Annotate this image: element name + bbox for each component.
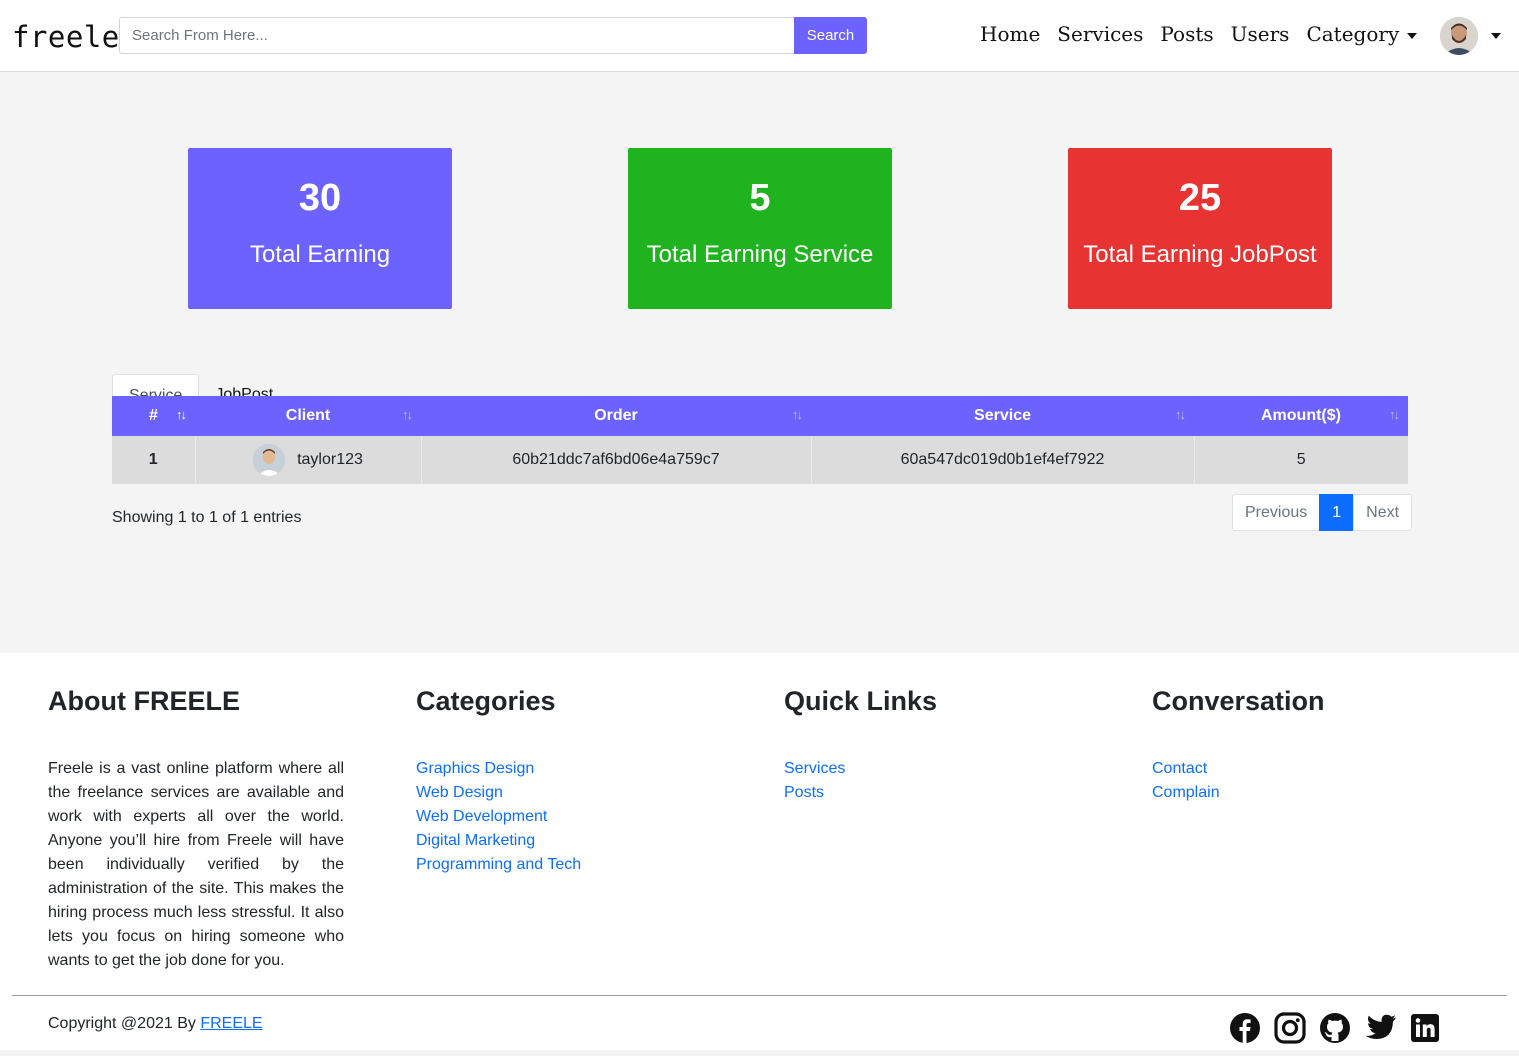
facebook-icon[interactable] <box>1228 1011 1262 1045</box>
sort-icon: ↑↓ <box>1389 407 1400 422</box>
navbar: freele Search Home Services Posts Users … <box>0 0 1519 72</box>
copyright-link[interactable]: FREELE <box>200 1015 262 1032</box>
stat-value: 25 <box>1178 177 1222 219</box>
footer-quick-links: Quick Links Services Posts <box>784 685 937 805</box>
footer-link-web-design[interactable]: Web Design <box>416 781 581 805</box>
footer-quick-title: Quick Links <box>784 686 938 716</box>
table-row: 1 taylor123 60b21ddc7af6bd06e4a759c7 60a… <box>112 436 1408 484</box>
footer-conv-title: Conversation <box>1152 686 1325 716</box>
copyright-text: Copyright @2021 By <box>48 1015 196 1032</box>
search-form: Search <box>119 17 867 54</box>
nav-services[interactable]: Services <box>1057 20 1143 48</box>
search-input[interactable] <box>119 17 794 54</box>
col-header-label: Service <box>974 407 1031 424</box>
col-header-label: # <box>149 407 158 424</box>
sort-icon: ↑↓ <box>792 407 803 422</box>
nav-links: Home Services Posts Users Category <box>980 20 1434 48</box>
pagination-next[interactable]: Next <box>1353 494 1413 531</box>
footer-conversation: Conversation Contact Complain <box>1152 685 1325 805</box>
sort-icon: ↑↓ <box>1175 407 1186 422</box>
col-header-order[interactable]: Order ↑↓ <box>421 396 811 436</box>
bottom-strip <box>0 1050 1519 1056</box>
nav-posts[interactable]: Posts <box>1160 20 1213 48</box>
stat-label: Total Earning JobPost <box>1083 241 1317 268</box>
github-icon[interactable] <box>1318 1011 1352 1045</box>
col-header-service[interactable]: Service ↑↓ <box>811 396 1194 436</box>
col-header-label: Client <box>285 407 331 424</box>
sort-icon: ↑↓ <box>402 407 413 422</box>
footer: About FREELE Freele is a vast online pla… <box>0 653 1519 1056</box>
table-header-row: # ↑↓ Client ↑↓ Order ↑↓ Service ↑↓ Amount($)… <box>112 396 1408 436</box>
stat-card-jobpost-earning: 25 Total Earning JobPost <box>1068 148 1332 309</box>
chevron-down-icon <box>1491 33 1501 39</box>
pagination-page-1[interactable]: 1 <box>1319 494 1355 531</box>
avatar <box>1440 17 1478 55</box>
col-header-amount[interactable]: Amount($) ↑↓ <box>1194 396 1408 436</box>
nav-users[interactable]: Users <box>1231 20 1290 48</box>
client-avatar <box>253 444 286 476</box>
instagram-icon[interactable] <box>1273 1011 1307 1045</box>
sort-asc-icon: ↑↓ <box>176 407 187 422</box>
cell-service: 60a547dc019d0b1ef4ef7922 <box>810 436 1194 484</box>
footer-link-programming-tech[interactable]: Programming and Tech <box>416 853 581 877</box>
cell-num: 1 <box>148 451 158 468</box>
footer-link-contact[interactable]: Contact <box>1152 757 1325 781</box>
footer-categories: Categories Graphics Design Web Design We… <box>416 685 581 877</box>
footer-about-title: About FREELE <box>48 686 240 716</box>
footer-link-posts[interactable]: Posts <box>784 781 937 805</box>
brand-logo[interactable]: freele <box>12 20 120 54</box>
stat-card-service-earning: 5 Total Earning Service <box>628 148 892 309</box>
linkedin-icon[interactable] <box>1408 1011 1442 1045</box>
cell-client: taylor123 <box>194 436 421 484</box>
footer-link-complain[interactable]: Complain <box>1152 781 1325 805</box>
stat-label: Total Earning <box>249 241 391 268</box>
chevron-down-icon <box>1407 32 1418 39</box>
user-menu[interactable] <box>1440 17 1501 55</box>
footer-link-services[interactable]: Services <box>784 757 937 781</box>
col-header-label: Amount($) <box>1261 407 1341 424</box>
footer-about: About FREELE Freele is a vast online pla… <box>48 685 344 973</box>
client-name: taylor123 <box>297 451 363 468</box>
stat-value: 30 <box>298 177 342 219</box>
footer-link-graphics-design[interactable]: Graphics Design <box>416 757 581 781</box>
search-button[interactable]: Search <box>794 17 867 54</box>
earnings-table: # ↑↓ Client ↑↓ Order ↑↓ Service ↑↓ Amount($)… <box>112 396 1408 484</box>
twitter-icon[interactable] <box>1363 1011 1397 1045</box>
nav-category-label: Category <box>1306 22 1400 46</box>
footer-about-text: Freele is a vast online platform where a… <box>48 760 344 969</box>
copyright: Copyright @2021 By FREELE <box>48 1015 263 1033</box>
stat-label: Total Earning Service <box>646 241 874 268</box>
cell-amount: 5 <box>1193 436 1408 484</box>
col-header-num[interactable]: # ↑↓ <box>112 396 195 436</box>
dashboard-main: 30 Total Earning 5 Total Earning Service… <box>0 72 1519 653</box>
stat-value: 5 <box>749 177 771 219</box>
col-header-client[interactable]: Client ↑↓ <box>195 396 421 436</box>
footer-link-web-development[interactable]: Web Development <box>416 805 581 829</box>
footer-categories-title: Categories <box>416 686 556 716</box>
social-links <box>1228 1011 1453 1045</box>
footer-link-digital-marketing[interactable]: Digital Marketing <box>416 829 581 853</box>
table-info: Showing 1 to 1 of 1 entries <box>112 509 302 526</box>
stat-card-total-earning: 30 Total Earning <box>188 148 452 309</box>
pagination: Previous 1 Next <box>1232 494 1413 531</box>
footer-divider <box>12 995 1507 996</box>
nav-home[interactable]: Home <box>980 20 1040 48</box>
pagination-previous[interactable]: Previous <box>1232 494 1321 531</box>
cell-order: 60b21ddc7af6bd06e4a759c7 <box>420 436 811 484</box>
nav-category-dropdown[interactable]: Category <box>1306 20 1418 48</box>
col-header-label: Order <box>594 407 638 424</box>
